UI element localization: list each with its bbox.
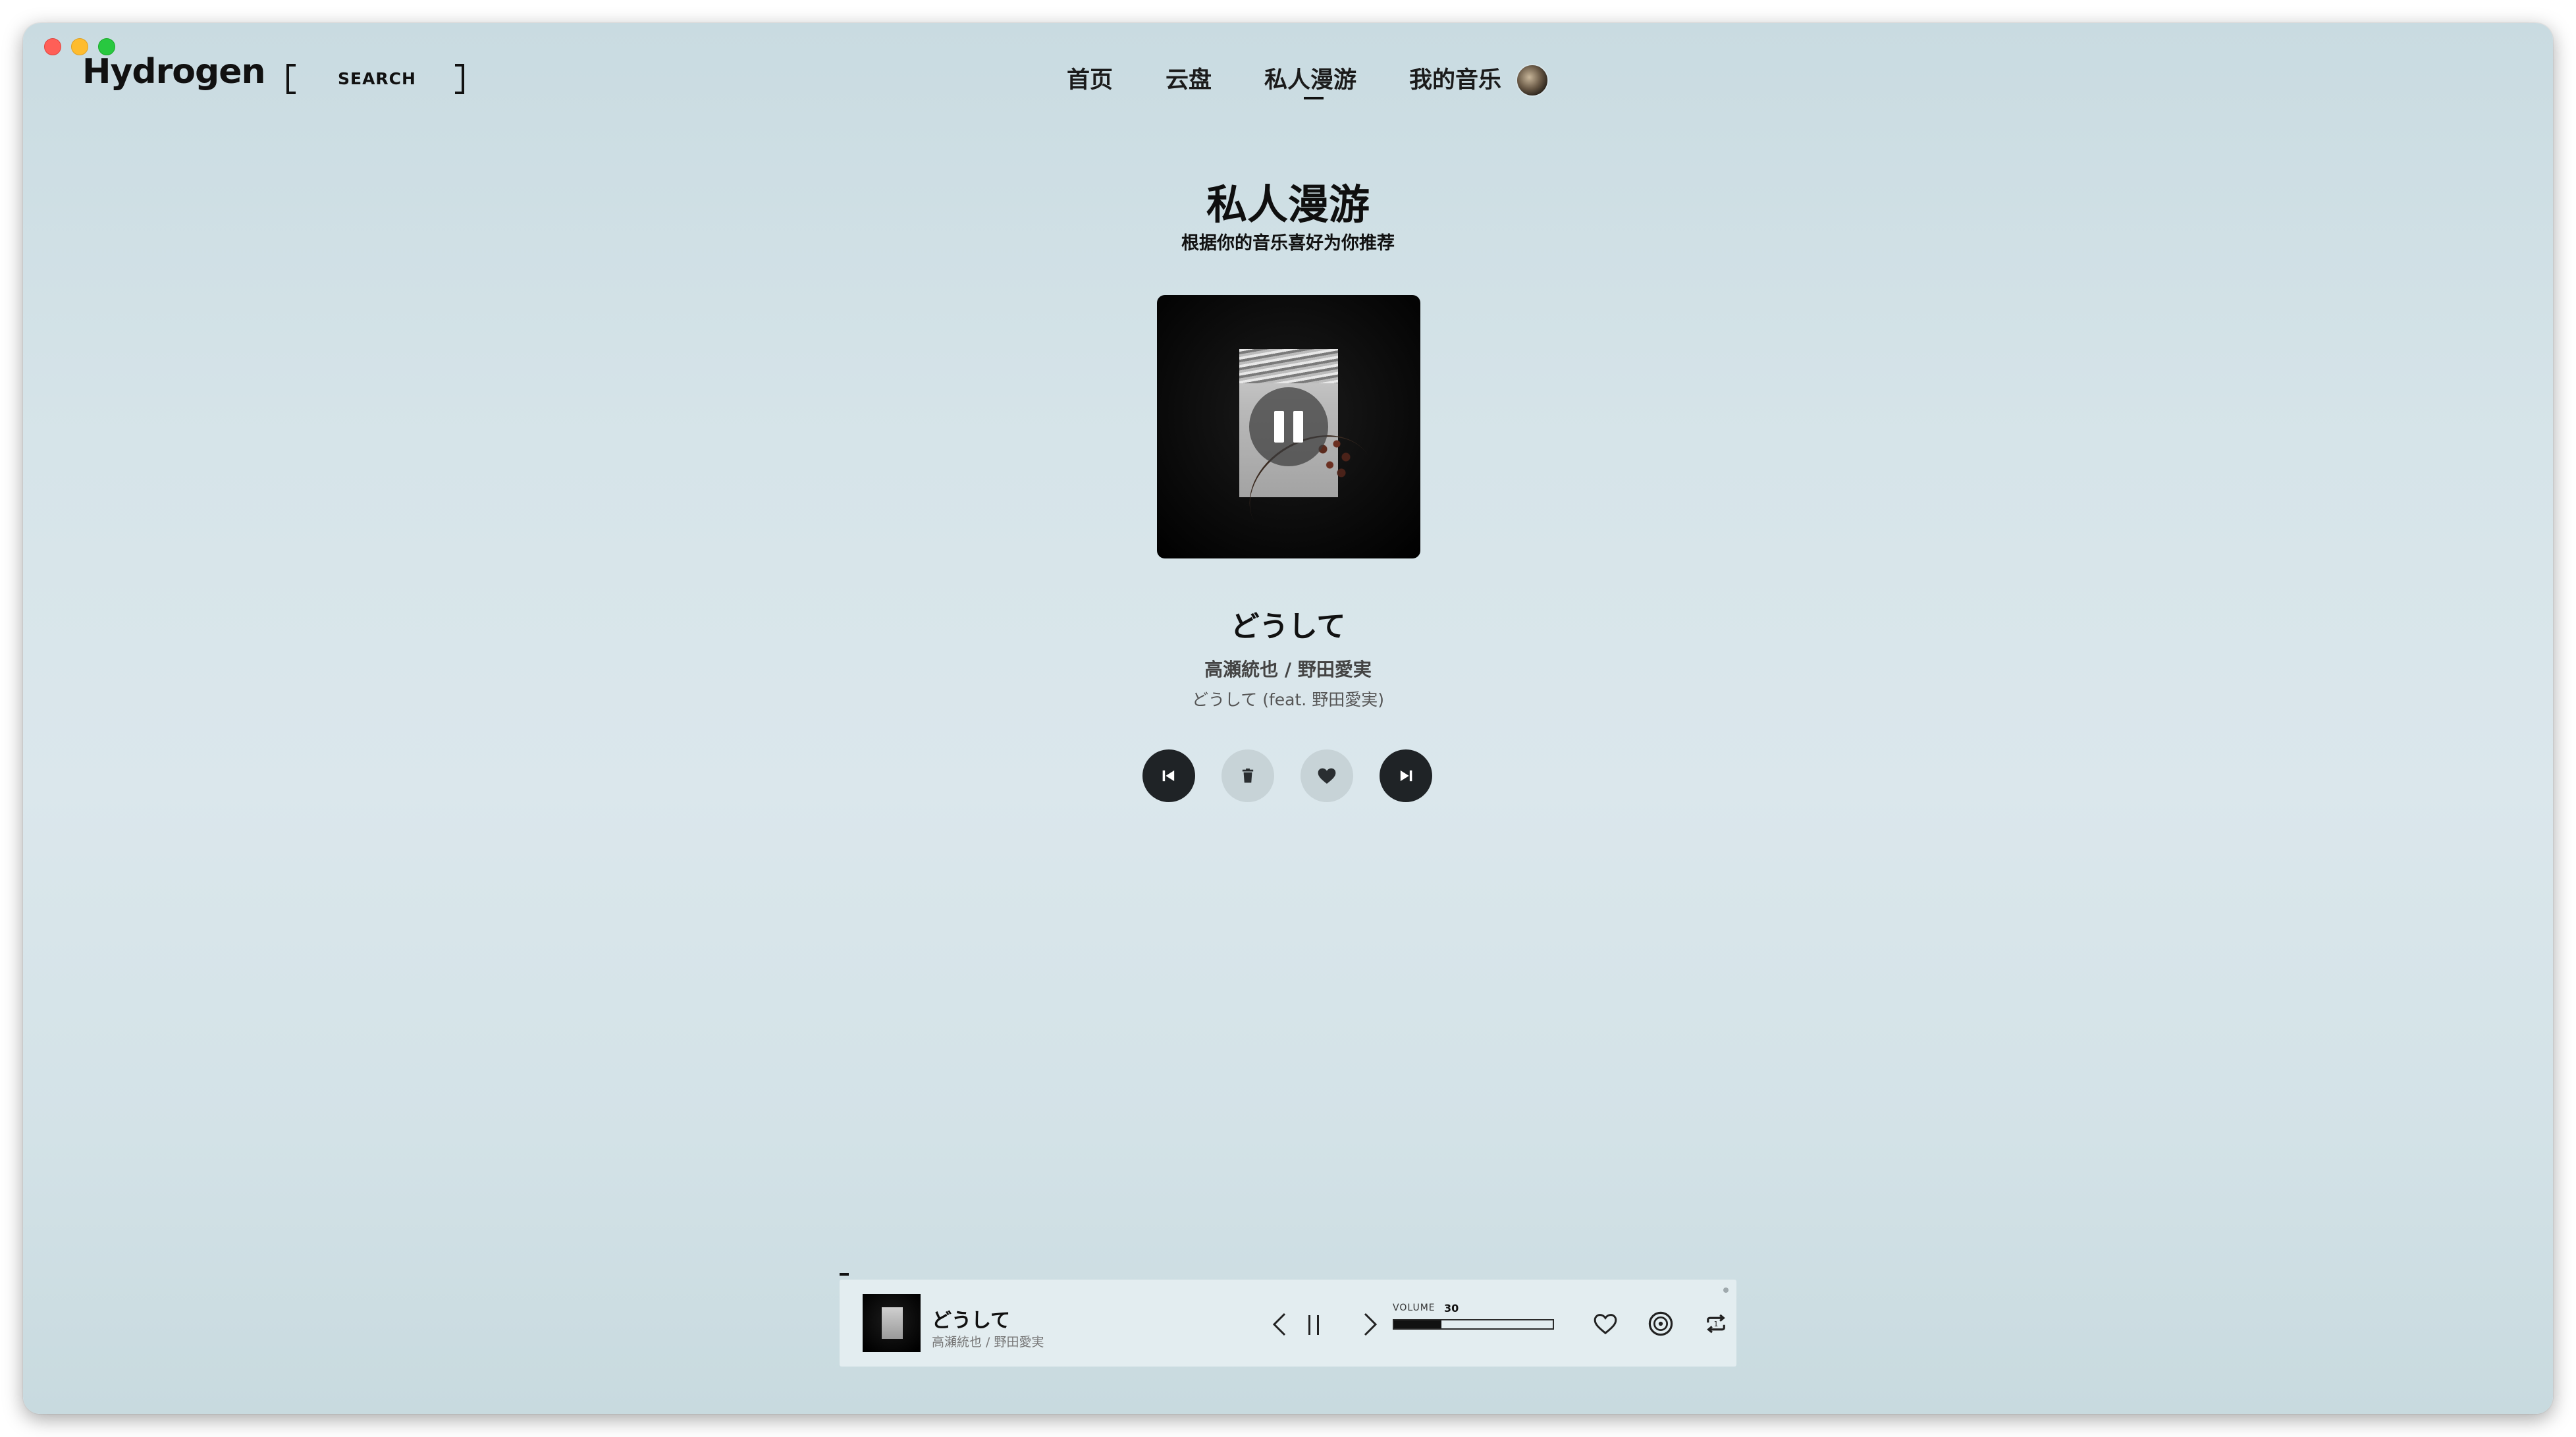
track-album[interactable]: どうして (feat. 野田愛実) (23, 687, 2553, 711)
like-button[interactable] (1301, 749, 1353, 802)
search-button[interactable]: SEARCH (286, 64, 464, 94)
volume-slider[interactable] (1393, 1319, 1554, 1330)
search-label: SEARCH (338, 69, 416, 88)
right-bracket-icon (455, 64, 464, 94)
heart-icon (1318, 768, 1336, 784)
user-avatar[interactable] (1516, 64, 1549, 97)
trash-icon (1242, 768, 1254, 783)
pause-button[interactable] (1249, 387, 1328, 466)
left-bracket-icon (286, 64, 296, 94)
app-window: Hydrogen SEARCH 首页 云盘 私人漫游 我的音乐 私人漫游 根据你… (23, 23, 2553, 1414)
player-pause-button[interactable] (1301, 1311, 1327, 1340)
track-artists[interactable]: 高瀬統也 / 野田愛実 (23, 655, 2553, 682)
trash-button[interactable] (1221, 749, 1274, 802)
track-title: どうして (1230, 610, 1346, 643)
close-window-button[interactable] (44, 38, 61, 55)
radio-disc-icon (1648, 1311, 1673, 1336)
nav-item-personal-fm[interactable]: 私人漫游 (1264, 65, 1356, 99)
player-next-button[interactable] (1360, 1311, 1382, 1340)
player-track-artists[interactable]: 高瀬統也 / 野田愛実 (932, 1332, 1044, 1350)
pause-icon (1274, 411, 1284, 443)
skip-next-icon (1400, 770, 1412, 782)
app-logo[interactable]: Hydrogen (82, 55, 266, 89)
chevron-right-icon (1364, 1313, 1378, 1336)
nav-item-my-music[interactable]: 我的音乐 (1409, 65, 1501, 97)
volume-fill (1394, 1320, 1442, 1328)
repeat-icon: 1 (1707, 1314, 1725, 1334)
player-fm-button[interactable] (1646, 1309, 1676, 1339)
svg-text:1: 1 (1714, 1320, 1719, 1328)
player-cover-thumbnail[interactable] (863, 1294, 921, 1352)
nav-item-home[interactable]: 首页 (1067, 65, 1113, 97)
player-like-button[interactable] (1590, 1309, 1621, 1339)
nav-item-cloud[interactable]: 云盘 (1166, 65, 1212, 97)
heart-outline-icon (1594, 1314, 1617, 1335)
player-repeat-button[interactable]: 1 (1701, 1309, 1731, 1339)
top-nav: 首页 云盘 私人漫游 我的音乐 (1067, 64, 1549, 99)
page-subtitle: 根据你的音乐喜好为你推荐 (1181, 233, 1395, 254)
chevron-left-icon (1272, 1313, 1286, 1336)
page-title: 私人漫游 (1206, 180, 1370, 229)
skip-previous-icon (1162, 770, 1175, 782)
previous-track-button[interactable] (1142, 749, 1195, 802)
bottom-player: どうして 高瀬統也 / 野田愛実 VOLUME 30 1 (840, 1273, 1736, 1367)
progress-indicator[interactable] (840, 1273, 849, 1276)
player-close-button[interactable] (1723, 1288, 1729, 1293)
player-track-title[interactable]: どうして (932, 1304, 1010, 1333)
fm-controls (1142, 749, 1432, 802)
volume-label: VOLUME (1393, 1303, 1436, 1313)
next-track-button[interactable] (1380, 749, 1432, 802)
volume-value: 30 (1444, 1302, 1459, 1315)
pause-icon (1308, 1315, 1319, 1335)
album-cover[interactable] (1157, 295, 1420, 558)
player-previous-button[interactable] (1268, 1311, 1290, 1340)
